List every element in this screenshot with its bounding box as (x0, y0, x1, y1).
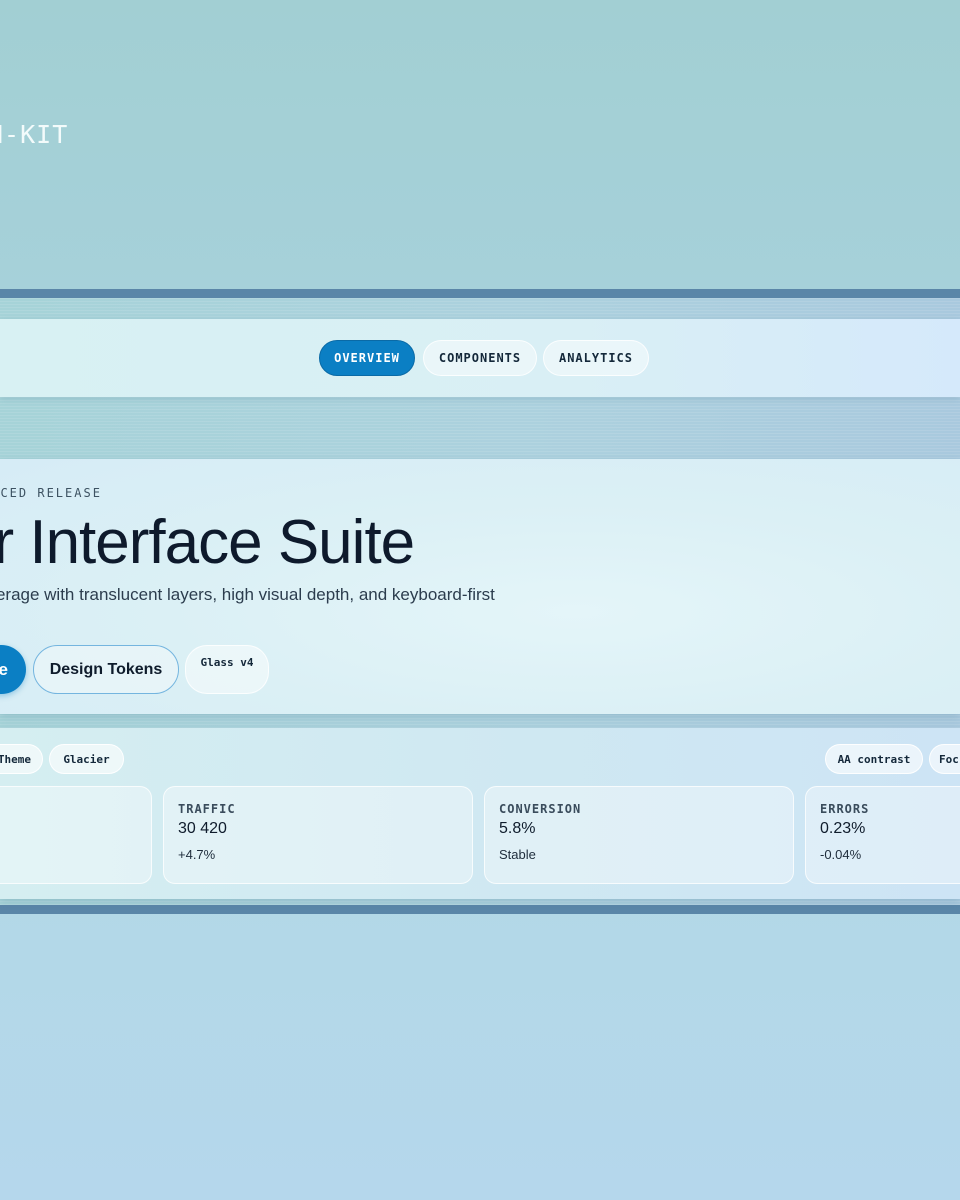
hero-eyebrow: ANCED RELEASE (0, 486, 102, 500)
metric-label: TRAFFIC (178, 802, 236, 816)
hero-subtitle: overage with translucent layers, high vi… (0, 585, 495, 604)
metric-delta: -0.04% (820, 847, 862, 862)
metric-card-errors: ERRORS 0.23% -0.04% (805, 786, 960, 884)
theme-chip[interactable]: Theme (0, 744, 43, 774)
tab-analytics[interactable]: ANALYTICS (543, 340, 649, 376)
metric-value: 0.23% (820, 820, 866, 837)
glacier-chip[interactable]: Glacier (49, 744, 124, 774)
aa-contrast-chip[interactable]: AA contrast (825, 744, 923, 774)
tab-components[interactable]: COMPONENTS (423, 340, 537, 376)
metric-card-conversion: CONVERSION 5.8% Stable (484, 786, 794, 884)
version-badge: Glass v4 (185, 645, 269, 694)
brand-wordmark: N-KIT (0, 120, 69, 149)
metric-label: ERRORS (820, 802, 870, 816)
metric-value: 5.8% (499, 820, 536, 837)
focus-chip[interactable]: Foc (929, 744, 960, 774)
design-tokens-button[interactable]: Design Tokens (33, 645, 179, 694)
metric-card-traffic: TRAFFIC 30 420 +4.7% (163, 786, 473, 884)
metric-label: CONVERSION (499, 802, 582, 816)
metric-delta: Stable (499, 847, 536, 862)
metric-value: 30 420 (178, 820, 227, 837)
page-title: er Interface Suite (0, 508, 415, 577)
tab-overview[interactable]: OVERVIEW (319, 340, 415, 376)
metric-card-partial (0, 786, 152, 884)
metric-delta: +4.7% (178, 847, 216, 862)
